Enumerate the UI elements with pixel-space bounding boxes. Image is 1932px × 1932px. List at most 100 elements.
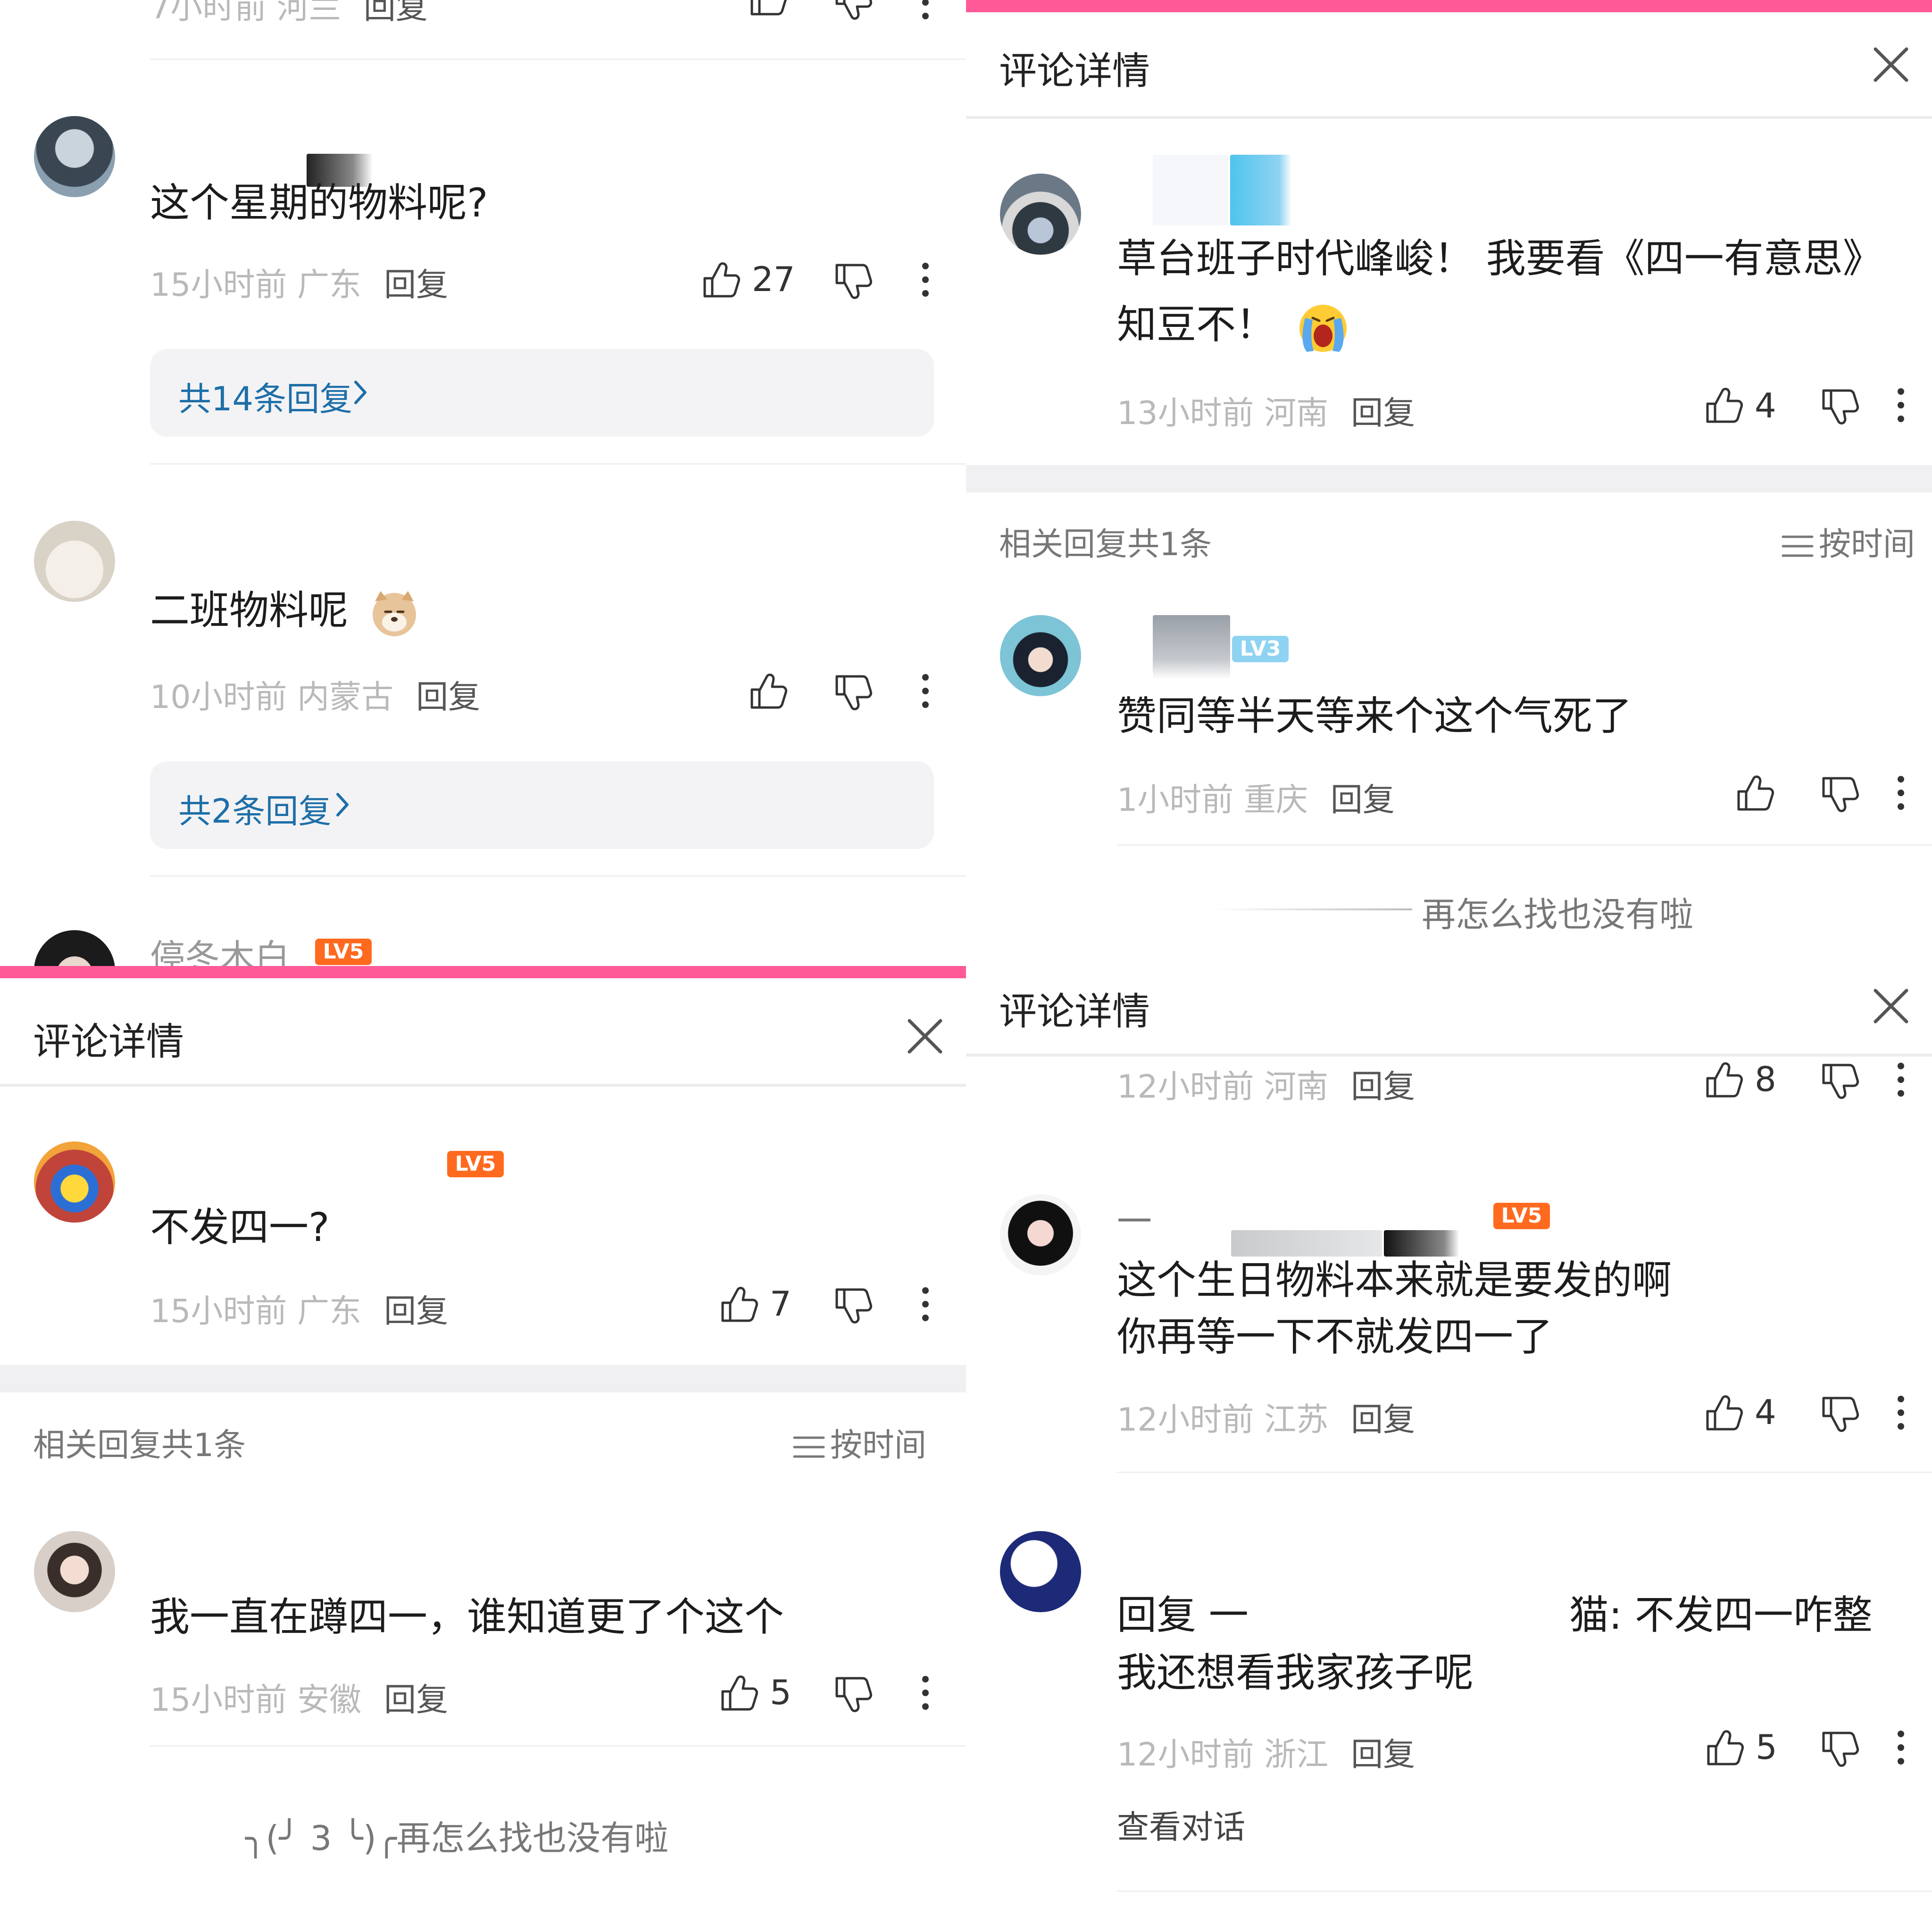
section-gap [0,1365,966,1392]
comment-detail-panel: 评论详情 12小时前 河南 回复 8 一 LV5 这个生日物料本来就是要发的啊 你… [966,966,1932,1932]
reply-button[interactable]: 回复 [416,679,480,716]
more-vertical-icon[interactable] [916,670,935,712]
reply-button[interactable]: 回复 [384,1293,448,1330]
close-icon[interactable] [1870,43,1912,86]
thumbs-down-icon[interactable] [1818,1393,1860,1436]
accent-bar [966,0,1932,12]
avatar[interactable] [1000,1194,1081,1275]
thumbs-up-icon[interactable] [746,0,789,19]
like-count: 5 [770,1673,791,1712]
avatar[interactable] [34,1531,115,1612]
level-badge: LV5 [447,1151,504,1177]
header-divider [0,1084,966,1087]
menu-lines-icon [792,1433,825,1461]
close-icon[interactable] [1870,985,1912,1027]
sort-button[interactable]: 按时间 [1781,518,1915,565]
reply-button[interactable]: 回复 [1331,782,1395,819]
avatar[interactable] [1000,1531,1081,1612]
avatar[interactable] [34,116,115,197]
level-badge: LV5 [315,939,372,965]
comment-meta: 12小时前 浙江 回复 [1117,1736,1416,1774]
related-replies-count: 相关回复共1条 [999,526,1212,563]
comment-meta: 15小时前 广东 回复 [150,266,449,304]
comment-meta: 13小时前 河南 回复 [1117,395,1416,432]
redacted-username [1153,155,1228,225]
more-vertical-icon[interactable] [916,0,935,24]
view-conversation-link[interactable]: 查看对话 [1117,1801,1245,1848]
reply-button[interactable]: 回复 [1351,395,1415,432]
thumbs-down-icon[interactable] [1818,774,1860,816]
reply-button[interactable]: 回复 [384,1682,448,1719]
view-replies-button[interactable]: 共2条回复 [150,761,934,849]
comment-list-panel: 7小时前 河兰 回复 这个星期的物料呢? 15小时前 广东 回复 27 共14条回复… [0,0,966,966]
comment-text: 二班物料呢 [150,580,420,641]
username[interactable]: 一 [1117,1193,1152,1244]
reply-button[interactable]: 回复 [1351,1068,1415,1106]
thumbs-down-icon[interactable] [831,672,874,714]
panel-title: 评论详情 [33,1020,184,1064]
thumbs-down-icon[interactable] [831,1674,874,1716]
thumbs-up-icon[interactable] [699,258,741,301]
close-icon[interactable] [904,1015,946,1058]
panel-title: 评论详情 [999,49,1150,93]
more-vertical-icon[interactable] [916,258,935,301]
sort-button[interactable]: 按时间 [792,1419,926,1466]
thumbs-up-icon[interactable] [717,1283,759,1325]
thumbs-down-icon[interactable] [1818,1060,1860,1103]
reply-button[interactable]: 回复 [1351,1736,1415,1774]
thumbs-down-icon[interactable] [831,1285,874,1327]
comment-detail-panel: 评论详情 LV5 不发四一? 15小时前 广东 回复 7 相关回复共1条 按时间 … [0,966,966,1932]
more-vertical-icon[interactable] [916,1283,935,1325]
thumbs-up-icon[interactable] [717,1672,759,1714]
comment-text-line1: 回复 一猫: 不发四一咋整 [1117,1592,1873,1638]
thumbs-up-icon[interactable] [1703,1726,1745,1769]
more-vertical-icon[interactable] [1891,1726,1910,1769]
level-badge: LV5 [1493,1203,1550,1229]
more-vertical-icon[interactable] [1891,1391,1910,1434]
avatar[interactable] [34,1141,115,1223]
divider [150,58,966,60]
chevron-right-icon [333,791,352,819]
reply-button[interactable]: 回复 [384,266,448,304]
thumbs-up-icon[interactable] [1702,384,1744,426]
more-vertical-icon[interactable] [1891,384,1910,426]
thumbs-down-icon[interactable] [831,260,874,303]
like-count: 4 [1755,386,1776,425]
thumbs-up-icon[interactable] [1702,1058,1744,1101]
level-badge: LV3 [1232,636,1289,662]
divider [150,875,966,877]
comment-meta: 15小时前 广东 回复 [150,1293,449,1330]
divider [1117,1890,1932,1892]
more-vertical-icon[interactable] [1891,772,1910,814]
end-of-list-text: 再怎么找也没有啦 [1422,895,1694,934]
reply-button[interactable]: 回复 [364,0,428,26]
divider [1117,1472,1932,1473]
comment-meta: 12小时前 河南 回复 [1117,1068,1416,1106]
accent-bar [0,966,966,978]
thumbs-down-icon[interactable] [1818,1728,1860,1771]
username[interactable]: 停冬木白 [150,929,290,966]
more-vertical-icon[interactable] [916,1672,935,1714]
avatar[interactable] [1000,615,1081,696]
dog-face-emoji [372,591,416,637]
header-divider [966,1054,1932,1057]
comment-text-line2: 你再等一下不就发四一了 [1117,1314,1553,1360]
comment-text-line1: 草台班子时代峰峻！ 我要看《四一有意思》 [1117,235,1882,282]
avatar[interactable] [34,521,115,602]
thumbs-up-icon[interactable] [1702,1391,1744,1434]
comment-text: 赞同等半天等来个这个气死了 [1117,693,1632,739]
thumbs-down-icon[interactable] [831,0,874,24]
reply-button[interactable]: 回复 [1351,1401,1415,1439]
like-count: 7 [770,1284,791,1324]
view-replies-button[interactable]: 共14条回复 [150,349,934,437]
more-vertical-icon[interactable] [1891,1058,1910,1101]
section-gap [966,465,1932,492]
thumbs-down-icon[interactable] [1818,386,1860,428]
comment-meta: 1小时前 重庆 回复 [1117,782,1395,819]
thumbs-up-icon[interactable] [746,670,789,712]
chevron-right-icon [351,378,370,407]
avatar[interactable] [1000,174,1081,255]
avatar[interactable] [34,930,115,966]
thumbs-up-icon[interactable] [1733,772,1775,814]
divider [150,1745,966,1747]
